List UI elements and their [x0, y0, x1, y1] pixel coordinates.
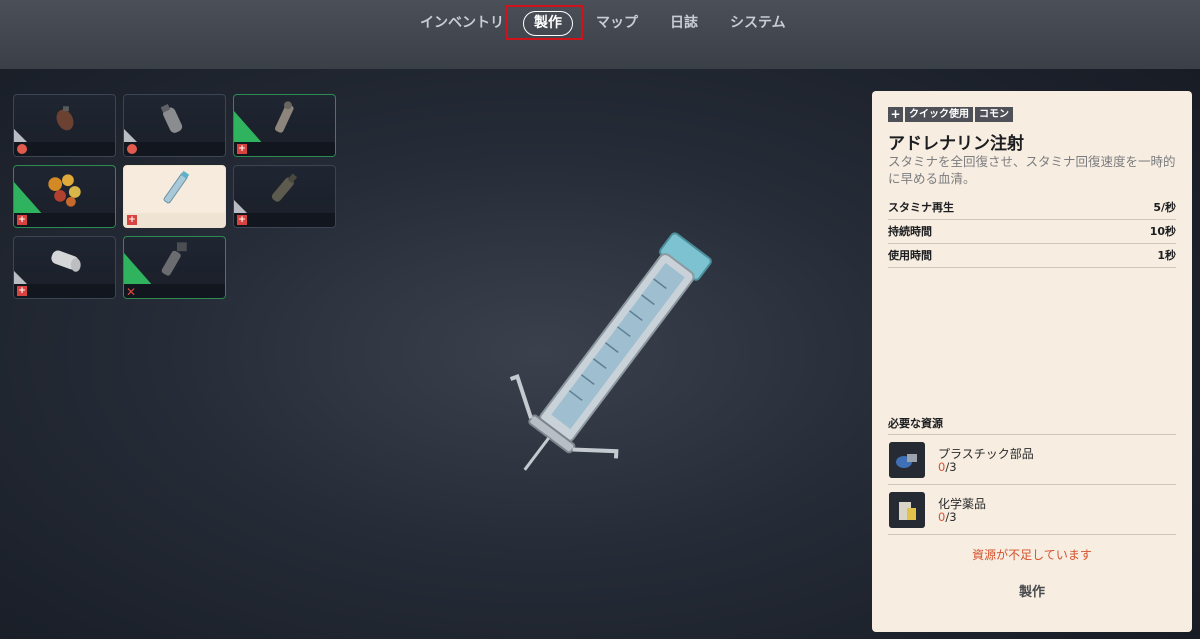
slot-corner	[234, 111, 264, 145]
item-stats: スタミナ再生 5/秒 持続時間 10秒 使用時間 1秒	[888, 196, 1176, 268]
stat-value: 10秒	[1149, 225, 1176, 238]
requirement-count: 0/3	[938, 460, 957, 474]
tab-system[interactable]: システム	[730, 10, 786, 36]
adrenaline-syringe-icon	[163, 170, 190, 204]
medical-badge-icon: +	[17, 286, 27, 296]
item-slot-fruit[interactable]: +	[13, 165, 116, 228]
requirement-count: 0/3	[938, 510, 957, 524]
adrenaline-syringe-preview	[509, 232, 712, 471]
requirements-heading: 必要な資源	[888, 417, 943, 430]
slot-footer	[234, 213, 335, 227]
item-slot-grenade[interactable]	[13, 94, 116, 157]
tag-quick-use: クイック使用	[905, 107, 973, 122]
stat-label: 持続時間	[888, 225, 932, 238]
insufficient-resources-warning: 資源が不足しています	[972, 548, 1092, 562]
medical-badge-icon: +	[237, 215, 247, 225]
chemicals-icon	[889, 492, 925, 528]
stat-row: 使用時間 1秒	[888, 244, 1176, 268]
pill-badge-icon	[17, 144, 27, 154]
tab-inventory[interactable]: インベントリ	[420, 10, 504, 36]
slot-footer	[124, 213, 225, 227]
stat-row: 持続時間 10秒	[888, 220, 1176, 244]
tag-rarity: コモン	[975, 107, 1013, 122]
top-navigation-bar: インベントリ 製作 マップ 日誌 システム	[0, 0, 1200, 69]
slot-footer	[124, 142, 225, 156]
medical-badge-icon: +	[237, 144, 247, 154]
requirement-item: プラスチック部品 0/3	[888, 435, 1176, 485]
slot-corner	[14, 182, 44, 216]
item-description: スタミナを全回復させ、スタミナ回復速度を一時的に早める血清。	[888, 154, 1176, 186]
item-tags: + クイック使用 コモン	[888, 107, 1015, 123]
stat-value: 5/秒	[1153, 201, 1176, 214]
slot-footer	[234, 142, 335, 156]
pill-badge-icon	[127, 144, 137, 154]
stat-label: スタミナ再生	[888, 201, 954, 214]
slot-footer	[14, 213, 115, 227]
menu-tabs: インベントリ 製作 マップ 日誌 システム	[0, 10, 1200, 36]
item-detail-panel: + クイック使用 コモン アドレナリン注射 スタミナを全回復させ、スタミナ回復速度を…	[872, 91, 1192, 632]
slot-footer	[124, 284, 225, 298]
cross-badge-icon: ✕	[126, 285, 137, 299]
item-slot-device[interactable]: ✕	[123, 236, 226, 299]
medical-badge-icon: +	[127, 215, 137, 225]
stat-row: スタミナ再生 5/秒	[888, 196, 1176, 220]
item-slot-injector[interactable]: +	[233, 94, 336, 157]
tab-map[interactable]: マップ	[596, 10, 638, 36]
active-tab-highlight-box	[506, 5, 583, 40]
slot-corner	[124, 253, 154, 287]
item-slot-bottle[interactable]: +	[233, 165, 336, 228]
item-title: アドレナリン注射	[888, 134, 1024, 154]
stat-value: 1秒	[1157, 249, 1176, 262]
item-slot-adrenaline-selected[interactable]: +	[123, 165, 226, 228]
stat-label: 使用時間	[888, 249, 932, 262]
item-slot-bandage[interactable]: +	[13, 236, 116, 299]
slot-footer	[14, 284, 115, 298]
requirements-list: プラスチック部品 0/3 化学薬品 0/3	[888, 434, 1176, 535]
medical-badge-icon: +	[17, 215, 27, 225]
item-slot-canister[interactable]	[123, 94, 226, 157]
slot-footer	[14, 142, 115, 156]
tab-journal[interactable]: 日誌	[670, 10, 698, 36]
quick-use-icon: +	[888, 107, 903, 122]
craft-button[interactable]: 製作	[872, 581, 1192, 600]
plastic-parts-icon	[889, 442, 925, 478]
requirement-item: 化学薬品 0/3	[888, 485, 1176, 535]
